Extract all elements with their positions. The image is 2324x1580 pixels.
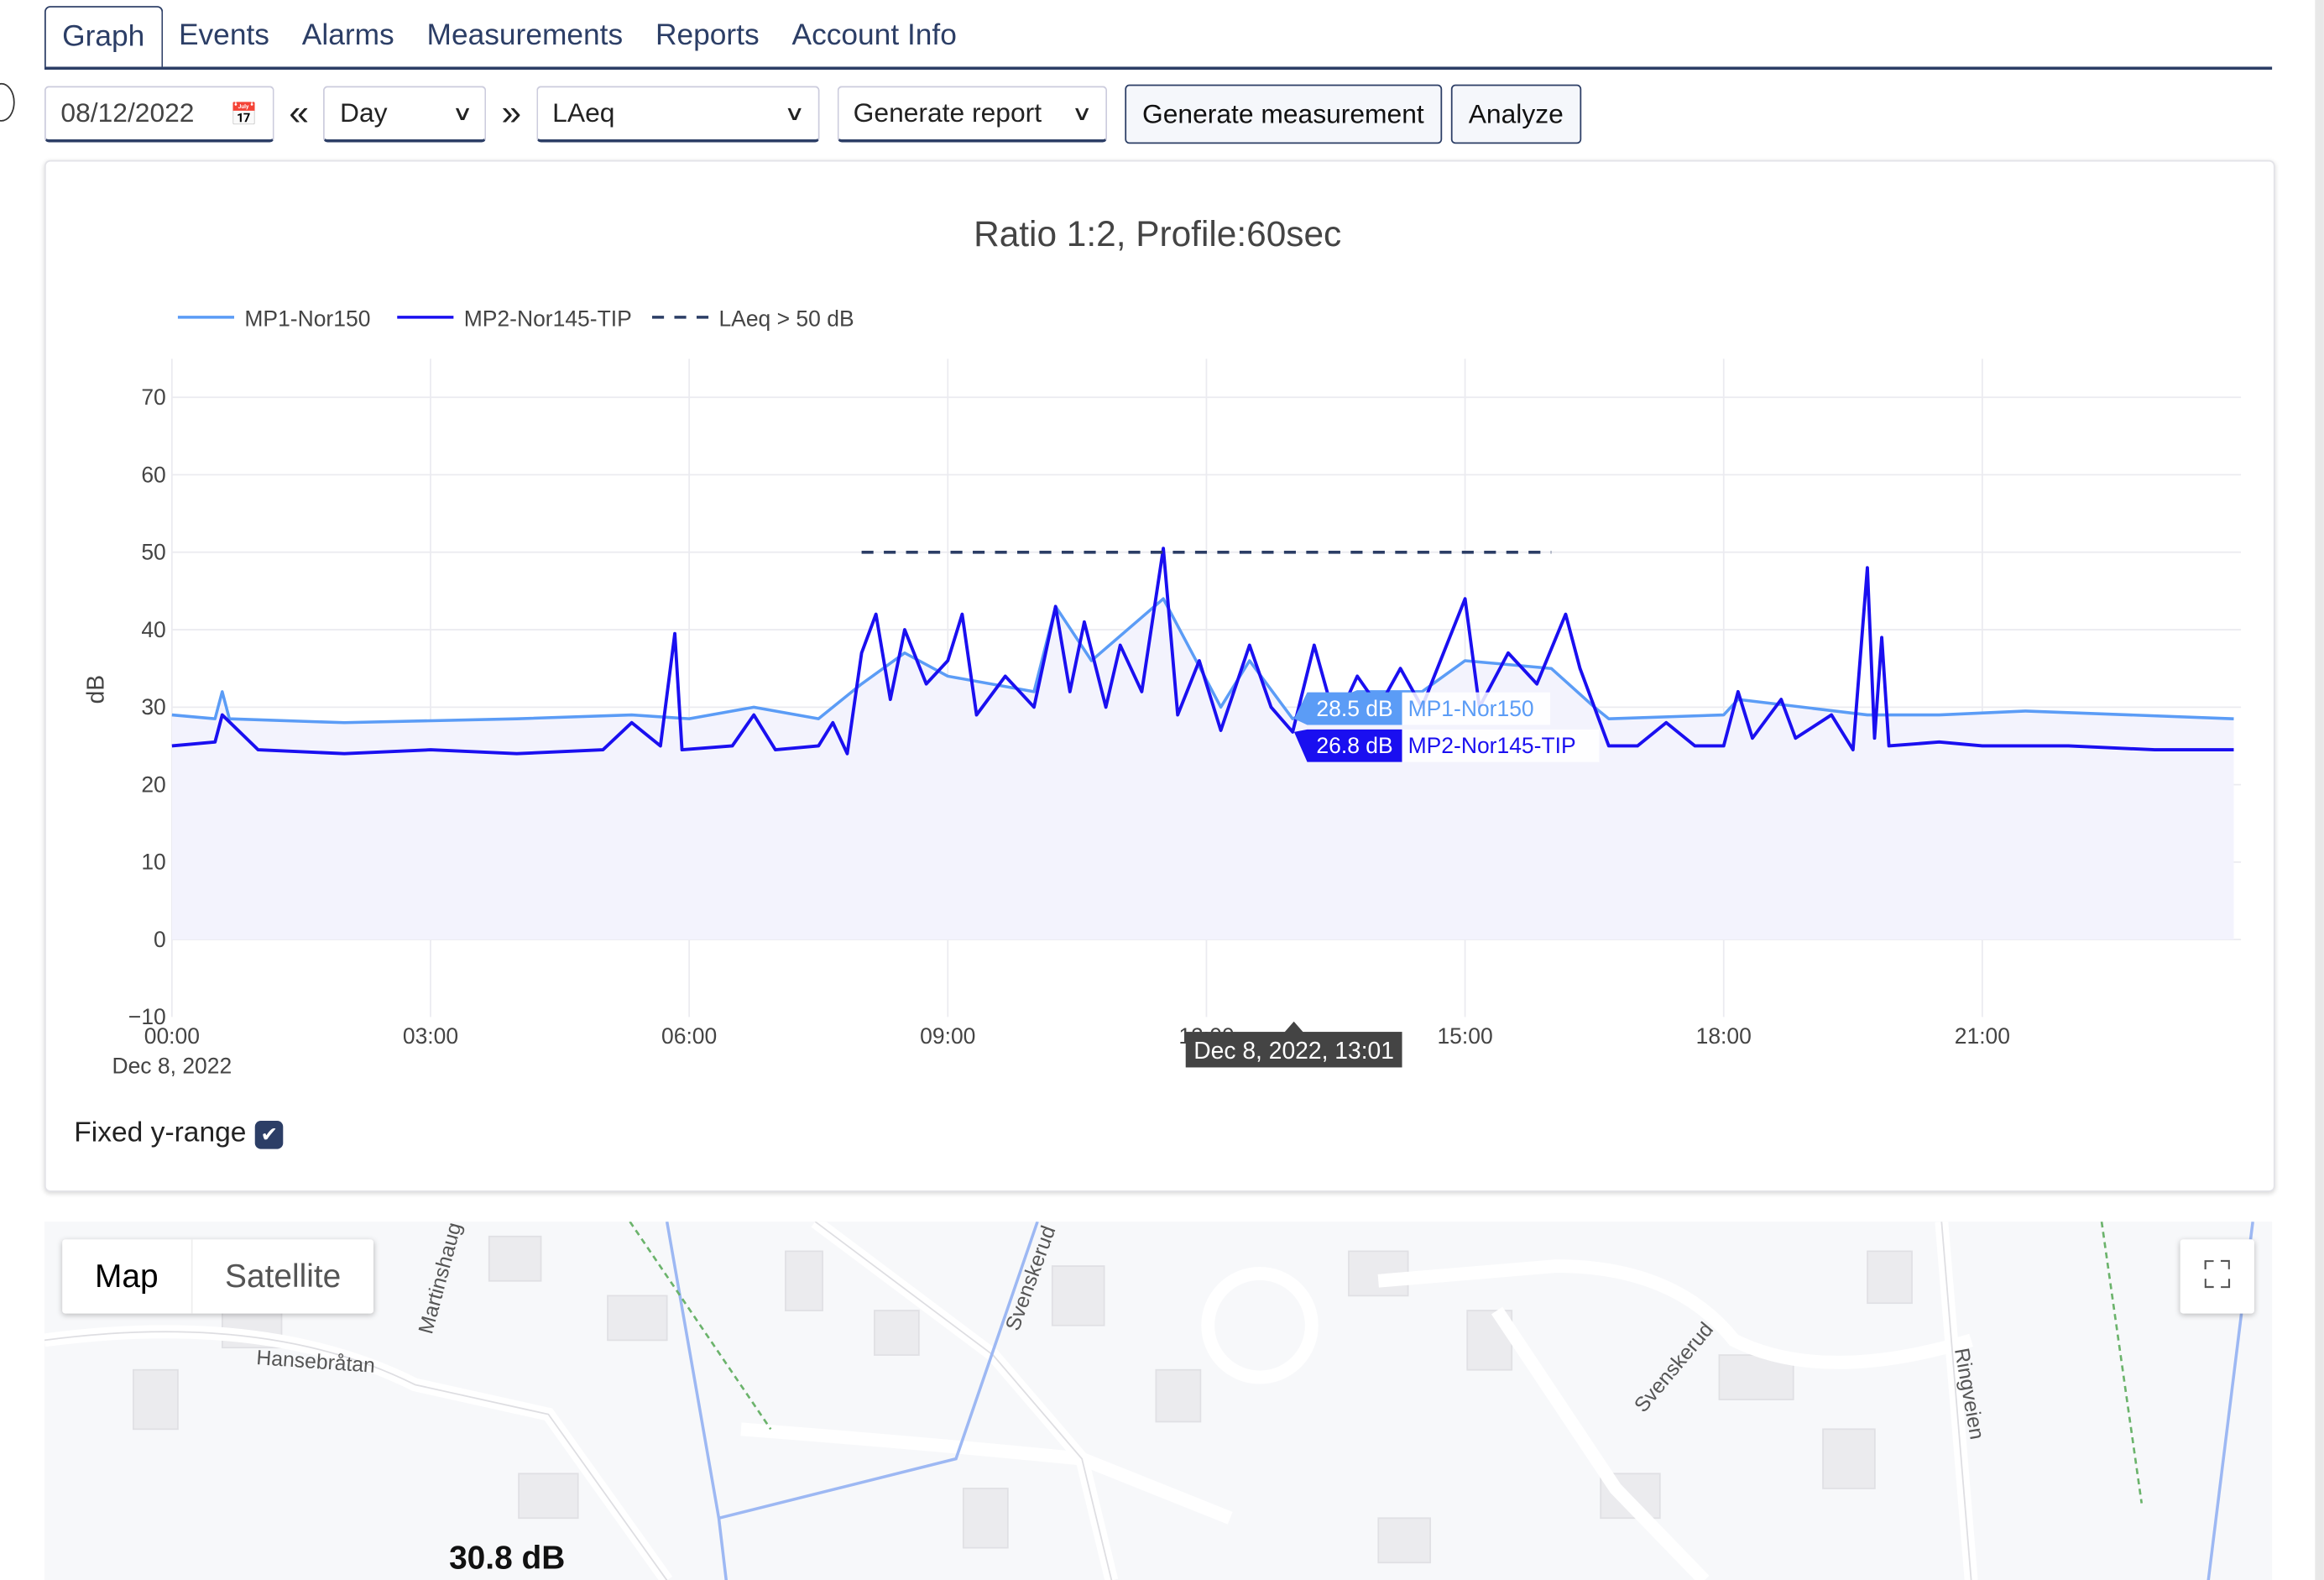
area-fill: [171, 599, 2234, 940]
hover-value-mp1: 28.5 dB: [1316, 696, 1392, 721]
x-tick-label: 15:00: [1437, 1023, 1492, 1049]
scrollbar[interactable]: [2315, 0, 2324, 1580]
y-tick-label: 0: [154, 927, 166, 952]
legend-item: MP1-Nor150: [244, 306, 370, 331]
chart[interactable]: Ratio 1:2, Profile:60sec706050403020100−…: [0, 0, 2324, 1127]
y-tick-label: 10: [141, 850, 165, 875]
chart-title: Ratio 1:2, Profile:60sec: [974, 214, 1341, 254]
checkbox-checked-icon[interactable]: ✔: [255, 1120, 284, 1148]
satellite-button[interactable]: Satellite: [192, 1239, 373, 1313]
x-tick-label: 03:00: [403, 1023, 458, 1049]
legend-item: MP2-Nor145-TIP: [464, 306, 632, 331]
map[interactable]: Hansebråtan Martinshaug Svenskerud Svens…: [44, 1222, 2273, 1580]
hover-time-pointer: [1283, 1021, 1304, 1033]
fullscreen-icon[interactable]: ⛶: [2180, 1239, 2254, 1314]
legend-item: LAeq > 50 dB: [718, 306, 854, 331]
y-axis-label: dB: [82, 675, 109, 704]
y-tick-label: 20: [141, 772, 165, 797]
fixed-y-range[interactable]: Fixed y-range ✔: [74, 1117, 284, 1150]
hover-name-mp1: MP1-Nor150: [1408, 696, 1534, 721]
x-tick-label: 21:00: [1955, 1023, 2010, 1049]
y-tick-label: 70: [141, 385, 165, 410]
y-tick-label: 60: [141, 462, 165, 487]
hover-time: Dec 8, 2022, 13:01: [1193, 1037, 1394, 1064]
x-tick-label: 06:00: [661, 1023, 717, 1049]
y-tick-label: 30: [141, 694, 165, 719]
x-tick-label: 09:00: [920, 1023, 975, 1049]
x-tick-label: 00:00: [144, 1023, 200, 1049]
fixed-y-range-label: Fixed y-range: [74, 1117, 247, 1149]
x-date-label: Dec 8, 2022: [112, 1054, 232, 1079]
hover-name-mp2: MP2-Nor145-TIP: [1408, 733, 1576, 758]
x-tick-label: 18:00: [1696, 1023, 1752, 1049]
map-db-marker[interactable]: 30.8 dB: [449, 1539, 565, 1577]
hover-value-mp2: 26.8 dB: [1316, 733, 1392, 758]
map-type-control: Map Satellite: [62, 1239, 374, 1314]
page: Graph Events Alarms Measurements Reports…: [0, 0, 2324, 1580]
y-tick-label: 50: [141, 540, 165, 565]
y-tick-label: 40: [141, 617, 165, 642]
map-tiles: [44, 1222, 2254, 1580]
map-button[interactable]: Map: [62, 1239, 193, 1314]
